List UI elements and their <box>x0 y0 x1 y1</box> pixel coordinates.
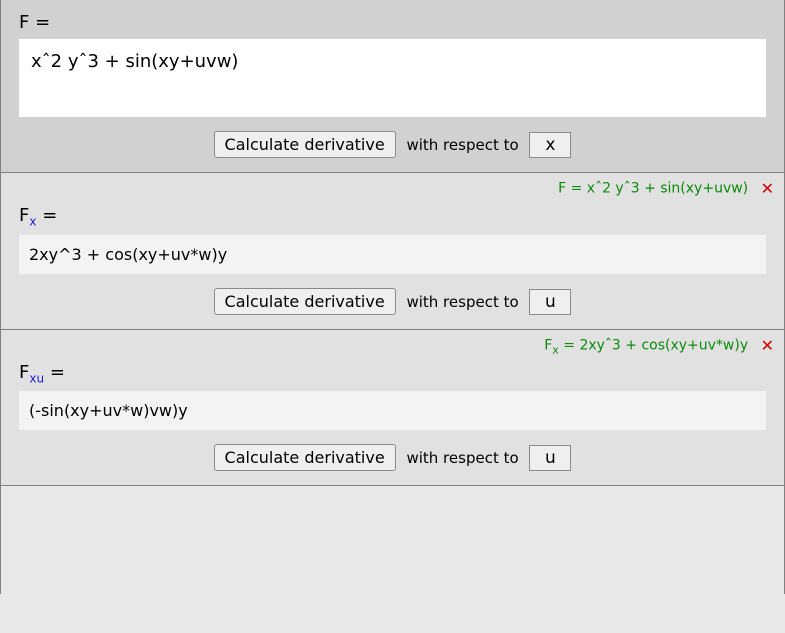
function-input-panel: F = Calculate derivative with respect to <box>0 0 785 173</box>
empty-panel <box>0 486 785 594</box>
corner-subscript: x <box>552 343 559 356</box>
controls-row: Calculate derivative with respect to <box>19 288 766 315</box>
corner-symbol: F <box>558 181 566 197</box>
label-subscript: x <box>29 215 36 229</box>
with-respect-to-label: with respect to <box>406 293 518 311</box>
derivative-step-panel: Fx = 2xyˆ3 + cos(xy+uv*w)y ✕ Fxu = Calcu… <box>0 330 785 487</box>
label-symbol: F <box>19 362 29 383</box>
with-respect-to-label: with respect to <box>406 136 518 154</box>
equals-sign: = <box>571 181 583 197</box>
calculate-derivative-button[interactable]: Calculate derivative <box>214 444 396 471</box>
with-respect-to-label: with respect to <box>406 449 518 467</box>
derivative-variable-input[interactable] <box>529 289 571 315</box>
close-icon[interactable]: ✕ <box>761 336 774 355</box>
calculate-derivative-button[interactable]: Calculate derivative <box>214 288 396 315</box>
calculate-derivative-button[interactable]: Calculate derivative <box>214 131 396 158</box>
equals-sign: = <box>563 337 575 353</box>
corner-expression: 2xyˆ3 + cos(xy+uv*w)y <box>579 337 748 353</box>
label-symbol: F <box>19 205 29 226</box>
equals-sign: = <box>35 12 50 33</box>
derivative-variable-input[interactable] <box>529 132 571 158</box>
close-icon[interactable]: ✕ <box>761 179 774 198</box>
corner-expression: xˆ2 yˆ3 + sin(xy+uvw) <box>587 181 748 197</box>
function-symbol: F <box>19 12 29 33</box>
controls-row: Calculate derivative with respect to <box>19 131 766 158</box>
controls-row: Calculate derivative with respect to <box>19 444 766 471</box>
equals-sign: = <box>50 362 65 383</box>
derivative-step-panel: F = xˆ2 yˆ3 + sin(xy+uvw) ✕ Fx = Calcula… <box>0 173 785 330</box>
derivative-variable-input[interactable] <box>529 445 571 471</box>
derivative-label: Fx = <box>19 205 766 229</box>
derivative-label: Fxu = <box>19 362 766 386</box>
step-source-expression: F = xˆ2 yˆ3 + sin(xy+uvw) ✕ <box>558 179 774 199</box>
step-source-expression: Fx = 2xyˆ3 + cos(xy+uv*w)y ✕ <box>544 336 774 356</box>
equals-sign: = <box>42 205 57 226</box>
derivative-expression-input[interactable] <box>19 235 766 274</box>
function-label: F = <box>19 12 766 33</box>
function-expression-input[interactable] <box>19 39 766 117</box>
derivative-expression-input[interactable] <box>19 391 766 430</box>
label-subscript: xu <box>29 371 44 385</box>
